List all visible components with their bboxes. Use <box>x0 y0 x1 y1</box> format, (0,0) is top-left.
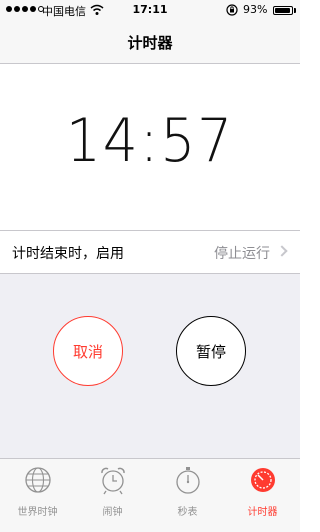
tab-label: 闹钟 <box>102 507 123 518</box>
chevron-right-icon <box>276 245 288 257</box>
battery-tip <box>294 8 296 13</box>
tab-world-clock[interactable]: 世界时钟 <box>0 459 75 532</box>
tab-alarm[interactable]: 闹钟 <box>75 459 150 532</box>
controls-area: 取消 暂停 <box>0 274 300 458</box>
timer-panel: 14:57 <box>0 64 300 230</box>
pause-button[interactable]: 暂停 <box>176 316 246 386</box>
tab-stopwatch[interactable]: 秒表 <box>150 459 225 532</box>
battery-icon <box>273 6 293 15</box>
tab-label: 计时器 <box>247 507 278 518</box>
stopwatch-icon <box>175 467 200 494</box>
when-timer-ends-row[interactable]: 计时结束时，启用 停止运行 <box>0 230 300 274</box>
globe-icon <box>24 467 51 493</box>
timer-countdown: 14:57 <box>65 106 235 176</box>
status-bar: 中国电信 17:11 93% <box>0 0 300 20</box>
cancel-button[interactable]: 取消 <box>53 316 123 386</box>
tab-label: 世界时钟 <box>17 507 58 518</box>
rotation-lock-icon <box>226 4 238 16</box>
tab-timer[interactable]: 计时器 <box>225 459 300 532</box>
page-title: 计时器 <box>127 34 173 52</box>
when-timer-ends-label: 计时结束时，启用 <box>12 246 124 262</box>
battery-percent: 93% <box>243 3 268 16</box>
tab-bar: 世界时钟 闹钟 秒表 计时器 <box>0 458 300 532</box>
tab-label: 秒表 <box>177 507 198 518</box>
when-timer-ends-value: 停止运行 <box>214 246 270 262</box>
alarm-clock-icon <box>100 467 125 495</box>
navigation-bar: 计时器 <box>0 20 300 64</box>
timer-icon <box>250 468 275 492</box>
